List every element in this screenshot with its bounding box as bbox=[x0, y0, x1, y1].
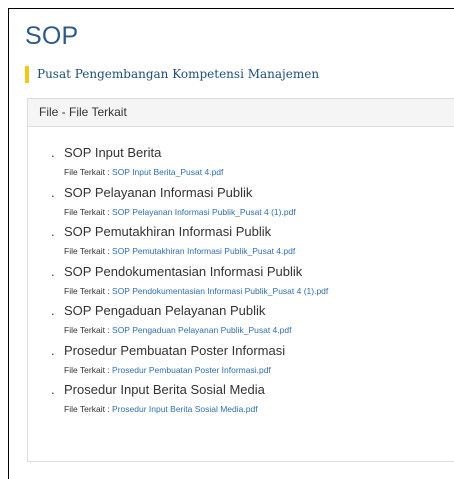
bullet-icon: . bbox=[51, 145, 55, 160]
related-file: File Terkait : Prosedur Pembuatan Poster… bbox=[64, 365, 271, 376]
bullet-icon: . bbox=[51, 184, 55, 200]
panel-heading: File - File Terkait bbox=[28, 99, 454, 127]
file-link[interactable]: SOP Pelayanan Informasi Publik_Pusat 4 (… bbox=[112, 207, 296, 217]
file-link[interactable]: SOP Pemutakhiran Informasi Publik_Pusat … bbox=[112, 246, 295, 256]
document-title: SOP Input Berita bbox=[64, 145, 162, 160]
document-title: SOP Pemutakhiran Informasi Publik bbox=[64, 224, 272, 239]
related-file-label: File Terkait : bbox=[64, 404, 113, 414]
related-file: File Terkait : SOP Pendokumentasian Info… bbox=[64, 286, 328, 297]
related-file-label: File Terkait : bbox=[64, 325, 113, 335]
list-item: . Prosedur Input Berita Sosial Media Fil… bbox=[28, 382, 454, 422]
related-file: File Terkait : SOP Pelayanan Informasi P… bbox=[64, 207, 296, 218]
document-title: Prosedur Pembuatan Poster Informasi bbox=[64, 342, 286, 358]
related-file-label: File Terkait : bbox=[64, 364, 113, 375]
list-item: . Prosedur Pembuatan Poster Informasi Fi… bbox=[28, 343, 454, 383]
related-file-label: File Terkait : bbox=[64, 285, 113, 296]
list-item: . SOP Pemutakhiran Informasi Publik File… bbox=[28, 224, 454, 264]
list-item: . SOP Pendokumentasian Informasi Publik … bbox=[28, 264, 454, 304]
bullet-icon: . bbox=[51, 263, 55, 279]
bullet-icon: . bbox=[51, 303, 55, 318]
list-item: . SOP Input Berita File Terkait : SOP In… bbox=[28, 145, 454, 185]
bullet-icon: . bbox=[51, 382, 55, 397]
document-title: Prosedur Input Berita Sosial Media bbox=[64, 382, 265, 397]
related-file-label: File Terkait : bbox=[64, 167, 113, 177]
list-item: . SOP Pengaduan Pelayanan Publik File Te… bbox=[28, 303, 454, 343]
related-file-label: File Terkait : bbox=[64, 206, 113, 217]
document-list: . SOP Input Berita File Terkait : SOP In… bbox=[28, 145, 454, 422]
list-item: . SOP Pelayanan Informasi Publik File Te… bbox=[28, 185, 454, 225]
unit-subtitle: Pusat Pengembangan Kompetensi Manajemen bbox=[25, 65, 319, 83]
file-link[interactable]: SOP Input Berita_Pusat 4.pdf bbox=[112, 167, 223, 177]
file-link[interactable]: Prosedur Pembuatan Poster Informasi.pdf bbox=[112, 365, 271, 375]
file-link[interactable]: SOP Pengaduan Pelayanan Publik_Pusat 4.p… bbox=[112, 325, 291, 335]
related-file-label: File Terkait : bbox=[64, 246, 113, 256]
document-title: SOP Pelayanan Informasi Publik bbox=[64, 184, 253, 200]
page-title: SOP bbox=[25, 22, 79, 50]
subtitle-accent-bar bbox=[25, 65, 29, 83]
document-title: SOP Pengaduan Pelayanan Publik bbox=[64, 303, 266, 318]
related-file: File Terkait : SOP Input Berita_Pusat 4.… bbox=[64, 167, 223, 178]
related-file: File Terkait : Prosedur Input Berita Sos… bbox=[64, 404, 258, 415]
bullet-icon: . bbox=[51, 224, 55, 239]
bullet-icon: . bbox=[51, 342, 55, 358]
related-file: File Terkait : SOP Pemutakhiran Informas… bbox=[64, 246, 295, 257]
file-link[interactable]: SOP Pendokumentasian Informasi Publik_Pu… bbox=[112, 286, 328, 296]
related-files-panel: File - File Terkait . SOP Input Berita F… bbox=[27, 98, 454, 462]
file-link[interactable]: Prosedur Input Berita Sosial Media.pdf bbox=[112, 404, 258, 414]
related-file: File Terkait : SOP Pengaduan Pelayanan P… bbox=[64, 325, 291, 336]
subtitle-text: Pusat Pengembangan Kompetensi Manajemen bbox=[37, 67, 320, 81]
document-title: SOP Pendokumentasian Informasi Publik bbox=[64, 263, 303, 279]
